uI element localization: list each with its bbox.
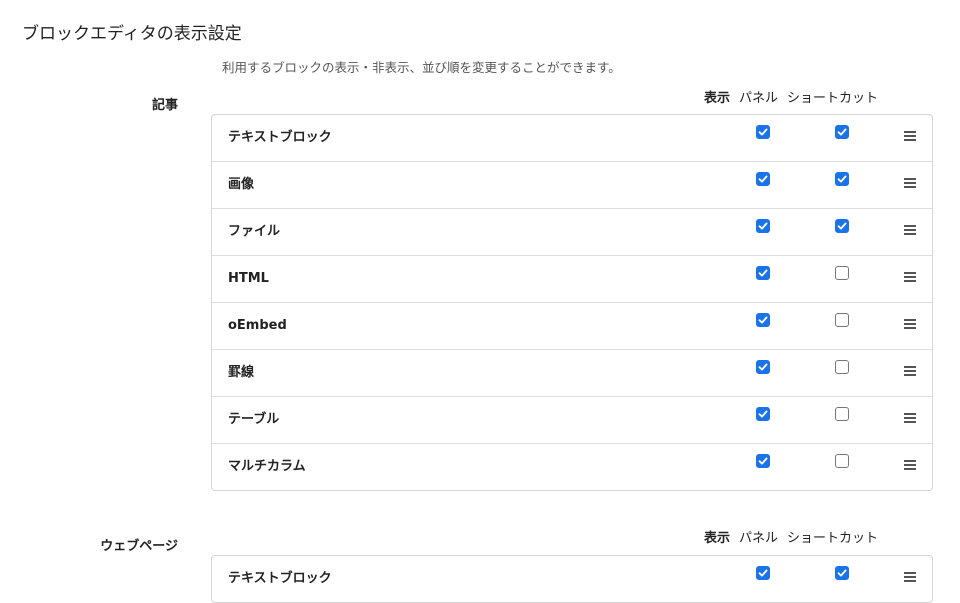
drag-handle-icon[interactable]	[904, 225, 916, 235]
page-title: ブロックエディタの表示設定	[22, 24, 242, 44]
block-name: マルチカラム	[228, 459, 306, 474]
drag-handle-icon[interactable]	[904, 178, 916, 188]
panel-checkbox-checked-icon[interactable]	[756, 407, 770, 421]
drag-handle-icon[interactable]	[904, 131, 916, 141]
block-name: HTML	[228, 271, 269, 286]
column-header-shortcut: ショートカット	[787, 531, 879, 546]
block-row[interactable]: HTML	[212, 256, 932, 303]
shortcut-checkbox-unchecked-icon[interactable]	[835, 313, 849, 327]
section-label-articles: 記事	[151, 98, 178, 113]
block-row[interactable]: 罫線	[212, 350, 932, 397]
block-row[interactable]: テキストブロック	[212, 556, 932, 602]
block-name: テーブル	[228, 412, 280, 427]
block-row[interactable]: マルチカラム	[212, 444, 932, 490]
drag-handle-icon[interactable]	[904, 272, 916, 282]
drag-handle-icon[interactable]	[904, 366, 916, 376]
block-row[interactable]: 画像	[212, 162, 932, 209]
panel-checkbox-checked-icon[interactable]	[756, 172, 770, 186]
panel-checkbox-checked-icon[interactable]	[756, 219, 770, 233]
shortcut-checkbox-unchecked-icon[interactable]	[835, 454, 849, 468]
column-header-shortcut: ショートカット	[787, 91, 879, 106]
block-list-webpages: テキストブロック	[211, 555, 933, 603]
column-header-show: 表示	[704, 531, 731, 546]
block-list-articles: テキストブロック 画像ファイル HTML oEmbed 罫線テーブルマルチカラム	[211, 114, 933, 491]
panel-checkbox-checked-icon[interactable]	[756, 566, 770, 580]
shortcut-checkbox-checked-icon[interactable]	[835, 125, 849, 139]
drag-handle-icon[interactable]	[904, 319, 916, 329]
block-name: oEmbed	[228, 318, 287, 333]
column-header-panel: パネル	[739, 91, 779, 106]
shortcut-checkbox-checked-icon[interactable]	[835, 172, 849, 186]
panel-checkbox-checked-icon[interactable]	[756, 266, 770, 280]
block-name: ファイル	[228, 224, 281, 239]
block-row[interactable]: テキストブロック	[212, 115, 932, 162]
block-name: テキストブロック	[228, 130, 332, 145]
panel-checkbox-checked-icon[interactable]	[756, 360, 770, 374]
section-label-webpages: ウェブページ	[100, 539, 178, 554]
shortcut-checkbox-checked-icon[interactable]	[835, 219, 849, 233]
shortcut-checkbox-unchecked-icon[interactable]	[835, 407, 849, 421]
panel-checkbox-checked-icon[interactable]	[756, 125, 770, 139]
column-header-show: 表示	[704, 91, 731, 106]
drag-handle-icon[interactable]	[904, 572, 916, 582]
block-name: 罫線	[228, 365, 255, 380]
panel-checkbox-checked-icon[interactable]	[756, 313, 770, 327]
block-row[interactable]: oEmbed	[212, 303, 932, 350]
column-headers-webpages: 表示 パネル ショートカット	[704, 529, 878, 549]
block-name: テキストブロック	[228, 571, 332, 586]
shortcut-checkbox-unchecked-icon[interactable]	[835, 266, 849, 280]
block-row[interactable]: ファイル	[212, 209, 932, 256]
page-description: 利用するブロックの表示・非表示、並び順を変更することができます。	[222, 60, 621, 75]
drag-handle-icon[interactable]	[904, 413, 916, 423]
panel-checkbox-checked-icon[interactable]	[756, 454, 770, 468]
column-headers-articles: 表示 パネル ショートカット	[704, 89, 878, 109]
block-row[interactable]: テーブル	[212, 397, 932, 444]
block-name: 画像	[228, 177, 255, 192]
shortcut-checkbox-unchecked-icon[interactable]	[835, 360, 849, 374]
shortcut-checkbox-checked-icon[interactable]	[835, 566, 849, 580]
drag-handle-icon[interactable]	[904, 460, 916, 470]
column-header-panel: パネル	[739, 531, 779, 546]
